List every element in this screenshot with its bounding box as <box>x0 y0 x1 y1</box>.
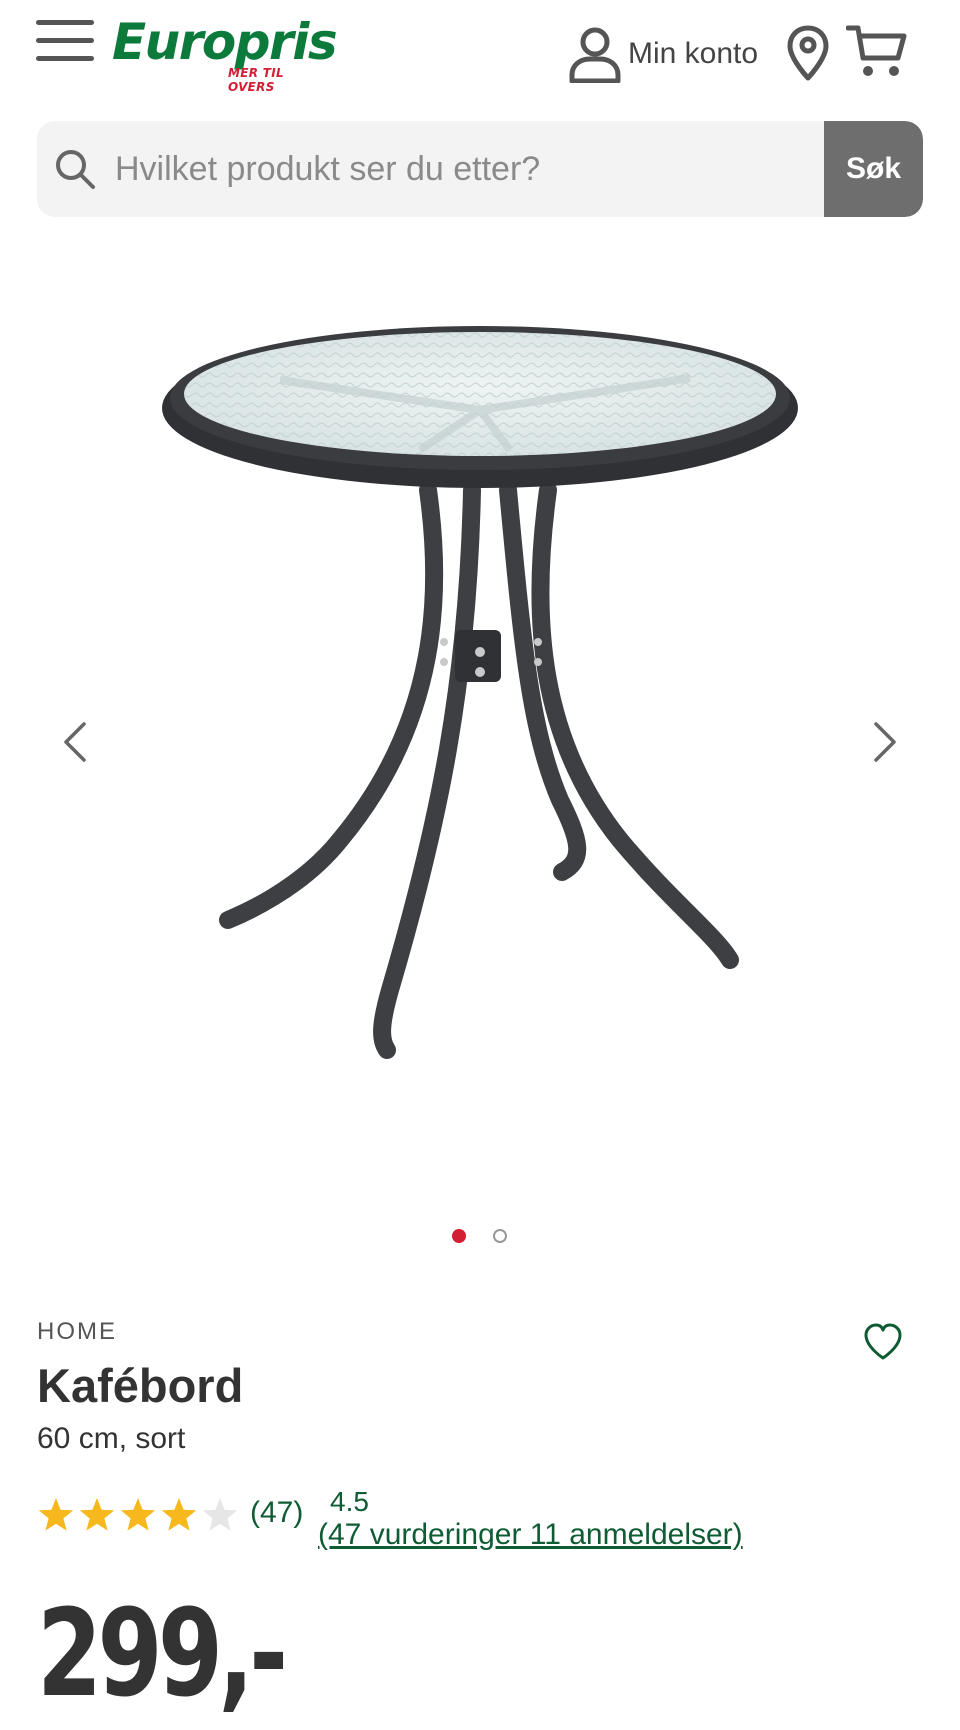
product-title: Kafébord <box>37 1359 244 1412</box>
star-empty-icon <box>202 1498 238 1531</box>
search-button[interactable]: Søk <box>824 121 923 217</box>
search-bar: Søk <box>37 121 923 217</box>
heart-icon[interactable] <box>862 1322 904 1362</box>
europris-logo[interactable]: Europris MER TIL OVERS <box>112 12 338 94</box>
logo-tagline: MER TIL OVERS <box>228 66 284 94</box>
gallery-pagination <box>450 1226 510 1246</box>
star-icon <box>161 1498 197 1531</box>
chevron-left-icon[interactable] <box>52 712 102 772</box>
logo-text: Europris <box>112 13 338 71</box>
product-image-kafebord[interactable] <box>150 300 810 1180</box>
product-brand: HOME <box>37 1318 117 1345</box>
search-icon <box>56 150 95 189</box>
rating-count: (47) <box>250 1496 304 1529</box>
star-icon <box>79 1498 115 1531</box>
account-button[interactable]: Min konto <box>568 24 758 84</box>
gallery-dot-2[interactable] <box>493 1229 507 1243</box>
star-icon <box>120 1498 156 1531</box>
account-label: Min konto <box>628 37 759 70</box>
rating-stars <box>38 1498 238 1531</box>
product-subtitle: 60 cm, sort <box>37 1422 186 1455</box>
gallery-dot-1[interactable] <box>452 1229 466 1243</box>
reviews-link[interactable]: (47 vurderinger 11 anmeldelser) <box>318 1518 743 1552</box>
cart-icon[interactable] <box>846 22 908 82</box>
chevron-right-icon[interactable] <box>858 712 908 772</box>
star-icon <box>38 1498 74 1531</box>
map-pin-icon[interactable] <box>786 24 830 82</box>
search-input[interactable] <box>113 121 855 217</box>
product-price: 299,- <box>37 1585 288 1724</box>
rating-value: 4.5 <box>330 1486 369 1517</box>
user-icon <box>569 27 621 83</box>
hamburger-menu-icon[interactable] <box>36 18 96 62</box>
